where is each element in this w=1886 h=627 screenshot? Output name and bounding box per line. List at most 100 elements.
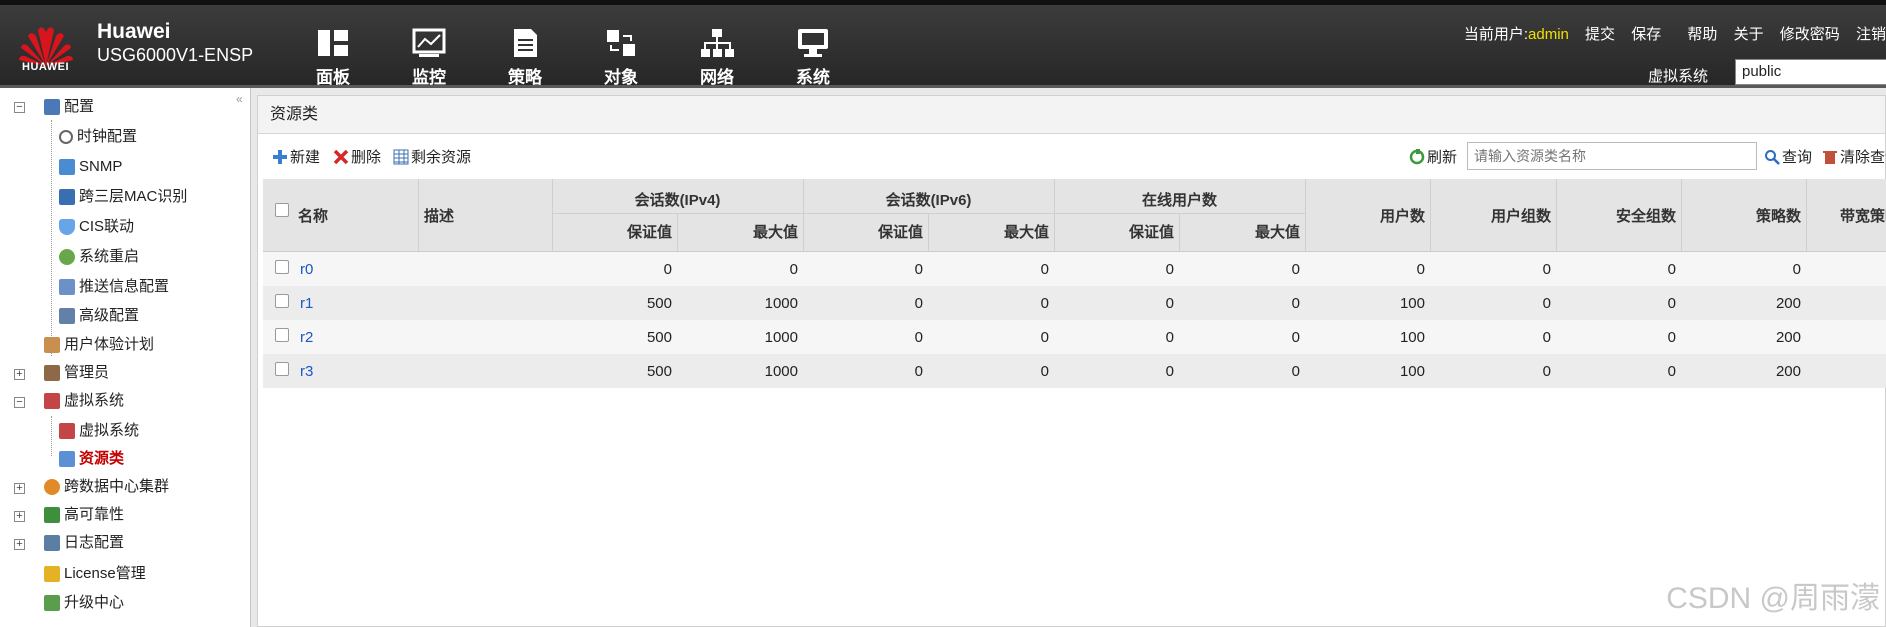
- cell-users-max: 0: [1291, 329, 1300, 346]
- col-user-groups[interactable]: 用户组数: [1430, 205, 1551, 226]
- collapse-sidebar-icon[interactable]: «: [236, 92, 243, 106]
- sidebar-item-label: 高级配置: [79, 307, 140, 324]
- sidebar-item-admin[interactable]: 管理员: [44, 362, 109, 384]
- collapse-toggle[interactable]: −: [14, 397, 25, 408]
- col-divider: [1806, 179, 1807, 251]
- sidebar-item-dc-cluster[interactable]: 跨数据中心集群: [44, 476, 169, 498]
- row-checkbox[interactable]: [275, 328, 289, 342]
- sidebar-item-vsys[interactable]: 虚拟系统: [59, 420, 139, 442]
- save-link[interactable]: 保存: [1631, 26, 1661, 43]
- col-bandwidth[interactable]: 带宽策略数: [1840, 205, 1886, 226]
- sidebar-item-ha[interactable]: 高可靠性: [44, 504, 124, 526]
- remaining-resources-button[interactable]: 剩余资源: [393, 146, 471, 167]
- sidebar-item-cis[interactable]: CIS联动: [59, 216, 134, 238]
- col-users-max[interactable]: 最大值: [1179, 221, 1300, 242]
- table-row[interactable]: r2 500 1000 0 0 0 0 100 0 0 200: [263, 320, 1886, 354]
- expand-toggle[interactable]: +: [14, 483, 25, 494]
- col-policies[interactable]: 策略数: [1681, 205, 1801, 226]
- resource-link[interactable]: r1: [300, 295, 313, 312]
- col-ipv6-max[interactable]: 最大值: [928, 221, 1049, 242]
- col-users[interactable]: 用户数: [1305, 205, 1425, 226]
- sidebar-item-label: 虚拟系统: [64, 392, 125, 409]
- row-checkbox[interactable]: [275, 260, 289, 274]
- sidebar-item-label: 时钟配置: [77, 128, 138, 145]
- reboot-icon: [59, 249, 75, 266]
- sidebar-item-advanced[interactable]: 高级配置: [59, 305, 139, 327]
- nav-object[interactable]: 对象: [586, 27, 656, 88]
- change-password-link[interactable]: 修改密码: [1780, 26, 1840, 43]
- mac-icon: [59, 189, 75, 206]
- header-user-links: 当前用户:admin 提交 保存 帮助 关于 修改密码 注销: [1464, 23, 1886, 44]
- cell-ipv4-guaranteed: 500: [646, 363, 672, 380]
- help-link[interactable]: 帮助: [1687, 26, 1717, 43]
- col-ipv4-max[interactable]: 最大值: [677, 221, 798, 242]
- col-desc[interactable]: 描述: [424, 205, 454, 226]
- query-label: 查询: [1782, 149, 1813, 166]
- policy-doc-icon: [514, 29, 537, 57]
- col-users-guaranteed[interactable]: 保证值: [1054, 221, 1174, 242]
- nav-dashboard[interactable]: 面板: [298, 27, 368, 88]
- sidebar-item-clock[interactable]: 时钟配置: [59, 126, 137, 148]
- nav-network[interactable]: 网络: [682, 27, 752, 88]
- clear-query-button[interactable]: 清除查询: [1822, 146, 1886, 167]
- row-checkbox[interactable]: [275, 294, 289, 308]
- search-input[interactable]: [1467, 142, 1757, 170]
- new-label: 新建: [290, 149, 321, 166]
- sidebar-item-mac[interactable]: 跨三层MAC识别: [59, 186, 187, 208]
- sidebar-item-config[interactable]: 配置: [44, 96, 94, 118]
- cell-user-groups: 0: [1542, 329, 1551, 346]
- page-title: 资源类: [258, 96, 1885, 134]
- col-ipv6-guaranteed[interactable]: 保证值: [803, 221, 923, 242]
- submit-link[interactable]: 提交: [1585, 26, 1615, 43]
- sidebar-item-user-experience[interactable]: 用户体验计划: [44, 334, 154, 356]
- collapse-toggle[interactable]: −: [14, 102, 25, 113]
- sidebar-item-vsys-group[interactable]: 虚拟系统: [44, 390, 124, 412]
- system-monitor-icon: [798, 29, 828, 57]
- nav-monitor[interactable]: 监控: [394, 27, 464, 88]
- table-row[interactable]: r1 500 1000 0 0 0 0 100 0 0 200: [263, 286, 1886, 320]
- advanced-config-icon: [59, 308, 75, 325]
- delete-button[interactable]: 删除: [333, 146, 381, 167]
- select-all-checkbox[interactable]: [275, 203, 289, 217]
- sidebar-item-snmp[interactable]: SNMP: [59, 156, 122, 178]
- refresh-button[interactable]: 刷新: [1409, 146, 1457, 167]
- cell-users-guaranteed: 0: [1165, 329, 1174, 346]
- col-ipv4-guaranteed[interactable]: 保证值: [552, 221, 672, 242]
- sidebar-item-license[interactable]: License管理: [44, 563, 146, 585]
- watermark: CSDN @周雨濛: [1666, 582, 1880, 615]
- query-button[interactable]: 查询: [1764, 146, 1812, 167]
- resource-link[interactable]: r0: [300, 261, 313, 278]
- nav-policy[interactable]: 策略: [490, 27, 560, 88]
- expand-toggle[interactable]: +: [14, 369, 25, 380]
- sidebar-item-label: License管理: [64, 565, 146, 582]
- logout-link[interactable]: 注销: [1856, 26, 1886, 43]
- new-button[interactable]: 新建: [272, 146, 320, 167]
- resource-link[interactable]: r3: [300, 363, 313, 380]
- admin-icon: [44, 365, 60, 382]
- nav-label: 面板: [316, 68, 350, 87]
- cell-ipv6-guaranteed: 0: [914, 363, 923, 380]
- col-group-online-users: 在线用户数: [1141, 192, 1217, 209]
- nav-label: 监控: [412, 68, 446, 87]
- sidebar-item-upgrade[interactable]: 升级中心: [44, 592, 124, 614]
- table-row[interactable]: r3 500 1000 0 0 0 0 100 0 0 200: [263, 354, 1886, 388]
- col-name[interactable]: 名称: [298, 205, 328, 226]
- sidebar-item-resource-class[interactable]: 资源类: [59, 448, 124, 470]
- nav-system[interactable]: 系统: [778, 27, 848, 88]
- cell-ipv4-max: 0: [789, 261, 798, 278]
- cell-users-guaranteed: 0: [1165, 363, 1174, 380]
- expand-toggle[interactable]: +: [14, 511, 25, 522]
- sidebar-item-log[interactable]: 日志配置: [44, 532, 124, 554]
- expand-toggle[interactable]: +: [14, 539, 25, 550]
- about-link[interactable]: 关于: [1734, 26, 1764, 43]
- sidebar-item-push[interactable]: 推送信息配置: [59, 276, 169, 298]
- table-row[interactable]: r0 0 0 0 0 0 0 0 0 0 0: [263, 252, 1886, 286]
- row-checkbox[interactable]: [275, 362, 289, 376]
- nav-label: 网络: [700, 68, 734, 87]
- sidebar-item-label: SNMP: [79, 158, 123, 175]
- resource-link[interactable]: r2: [300, 329, 313, 346]
- col-security-groups[interactable]: 安全组数: [1556, 205, 1676, 226]
- sidebar-item-reboot[interactable]: 系统重启: [59, 246, 139, 268]
- vsys-select[interactable]: public: [1735, 59, 1886, 85]
- sidebar-item-label: 用户体验计划: [64, 336, 155, 353]
